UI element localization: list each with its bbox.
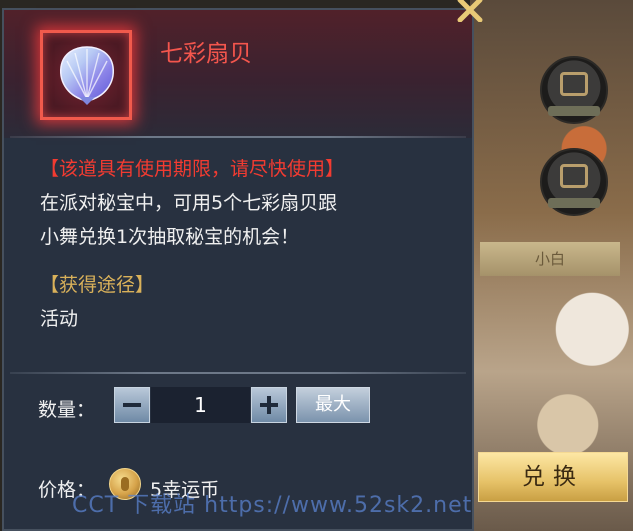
watermark: CCT 下载站 https://www.52sk2.net <box>72 493 473 518</box>
item-description: 【该道具有使用期限，请尽快使用】 在派对秘宝中，可用5个七彩扇贝跟 小舞兑换1次… <box>40 152 460 336</box>
divider-bottom <box>10 372 466 374</box>
quantity-label: 数量： <box>38 399 96 421</box>
panel-header: 七彩扇贝 <box>4 10 472 138</box>
item-name: 七彩扇贝 <box>160 41 252 67</box>
minus-icon <box>123 403 141 407</box>
source-value: 活动 <box>40 308 79 330</box>
expiry-warning: 【该道具有使用期限，请尽快使用】 <box>40 158 345 180</box>
max-quantity-button[interactable]: 最大 <box>296 387 370 423</box>
background-gift-icon <box>540 148 608 216</box>
source-heading: 【获得途径】 <box>40 274 155 296</box>
description-line-1: 在派对秘宝中，可用5个七彩扇贝跟 <box>40 192 338 214</box>
quantity-increase-button[interactable] <box>251 387 287 423</box>
rainbow-scallop-shell-icon <box>60 46 114 105</box>
close-icon[interactable] <box>452 0 488 22</box>
description-line-2: 小舞兑换1次抽取秘宝的机会！ <box>40 226 300 248</box>
quantity-input[interactable]: 1 <box>151 387 250 423</box>
background-menu-icon <box>540 56 608 124</box>
item-icon-frame <box>40 30 132 120</box>
background-tab: 小白 <box>480 242 620 276</box>
item-detail-panel: 七彩扇贝 【该道具有使用期限，请尽快使用】 在派对秘宝中，可用5个七彩扇贝跟 小… <box>2 8 474 531</box>
quantity-decrease-button[interactable] <box>114 387 150 423</box>
exchange-button[interactable]: 兑换 <box>478 452 628 502</box>
divider-top <box>10 136 466 138</box>
